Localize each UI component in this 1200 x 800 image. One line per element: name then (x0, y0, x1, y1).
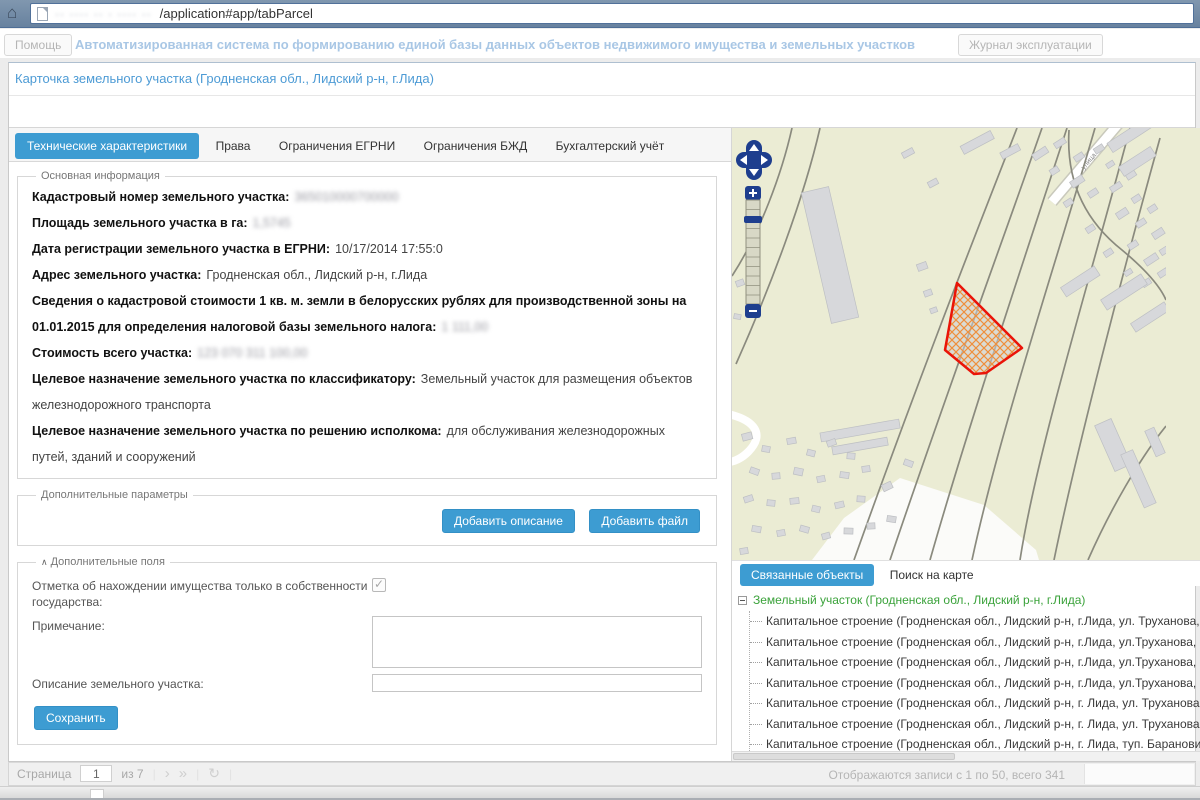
tech-form: Основная информация Кадастровый номер зе… (9, 162, 731, 745)
note-row: Примечание: (32, 616, 702, 668)
map-canvas: улица (732, 128, 1166, 560)
card-toolbar (9, 95, 1195, 128)
tab-accounting[interactable]: Бухгалтерский учёт (544, 133, 677, 159)
right-pane: улица (731, 128, 1200, 761)
browser-topbar: ⌂ ·· ···· ·· · ···· ·· /application#app/… (0, 0, 1200, 28)
pan-control-icon (736, 140, 772, 180)
note-textarea[interactable] (372, 616, 702, 668)
page-number-input[interactable] (80, 765, 112, 782)
pagination-bar: Страница из 7 | › » | ↻ | Отображаются з… (8, 762, 1196, 786)
field-cadastral-number: Кадастровый номер земельного участка:365… (32, 184, 702, 210)
url-bar[interactable]: ·· ···· ·· · ···· ·· /application#app/ta… (30, 3, 1194, 24)
tab-related-objects[interactable]: Связанные объекты (740, 564, 874, 586)
tab-restrictions-bzhd[interactable]: Ограничения БЖД (412, 133, 540, 159)
field-cadastral-value: Сведения о кадастровой стоимости 1 кв. м… (32, 288, 702, 340)
collapse-expander-icon[interactable] (738, 596, 747, 605)
url-path: /application#app/tabParcel (160, 6, 313, 21)
collapse-icon[interactable]: ∧ (41, 557, 48, 567)
field-purpose-executive: Целевое назначение земельного участка по… (32, 418, 702, 470)
tree-item[interactable]: Капитальное строение (Гродненская обл., … (750, 734, 1200, 751)
left-pane: Технические характеристики Права Огранич… (9, 128, 731, 761)
app-title: Автоматизированная система по формирован… (75, 37, 915, 52)
records-info: Отображаются записи с 1 по 50, всего 341 (828, 768, 1065, 782)
tree-item[interactable]: Капитальное строение (Гродненская обл., … (750, 652, 1200, 673)
description-input[interactable] (372, 674, 702, 692)
field-address: Адрес земельного участка:Гродненская обл… (32, 262, 702, 288)
add-file-button[interactable]: Добавить файл (589, 509, 700, 533)
help-button[interactable]: Помощь (4, 34, 72, 56)
tab-rights[interactable]: Права (204, 133, 263, 159)
area-value: 1,5745 (253, 216, 291, 230)
tab-map-search[interactable]: Поиск на карте (879, 564, 985, 586)
last-page-icon[interactable]: » (179, 765, 187, 782)
related-tabs: Связанные объекты Поиск на карте (732, 560, 1200, 586)
tab-restrictions-egrni[interactable]: Ограничения ЕГРНИ (267, 133, 407, 159)
additional-fields-fieldset: ∧Дополнительные поля Отметка об нахожден… (17, 556, 717, 745)
cadastral-number-value: 365010000700000 (294, 190, 398, 204)
state-property-checkbox[interactable] (372, 578, 386, 592)
note-label: Примечание: (32, 616, 372, 668)
main-info-fieldset: Основная информация Кадастровый номер зе… (17, 170, 717, 479)
zoom-in-icon (745, 186, 761, 200)
tab-tech-characteristics[interactable]: Технические характеристики (15, 133, 199, 159)
state-property-label: Отметка об нахождении имущества только в… (32, 576, 372, 610)
window-bottom-strip (0, 786, 1200, 800)
save-button[interactable]: Сохранить (34, 706, 118, 730)
additional-fields-legend: ∧Дополнительные поля (36, 556, 170, 568)
cadastral-value-value: 1 111,00 (441, 320, 488, 334)
description-row: Описание земельного участка: (32, 674, 702, 692)
map-view[interactable]: улица (732, 128, 1200, 560)
tree-item[interactable]: Капитальное строение (Гродненская обл., … (750, 714, 1200, 735)
app-header: Помощь Автоматизированная система по фор… (0, 29, 1200, 58)
next-page-icon[interactable]: › (165, 765, 170, 782)
registration-date-value: 10/17/2014 17:55:0 (335, 242, 443, 256)
tree-item[interactable]: Капитальное строение (Гродненская обл., … (750, 632, 1200, 653)
home-icon[interactable]: ⌂ (7, 4, 17, 22)
url-host-redacted: ·· ···· ·· · ···· ·· (55, 7, 152, 21)
tree-horizontal-scrollbar[interactable] (732, 751, 1200, 761)
tree-root-item[interactable]: Земельный участок (Гродненская обл., Лид… (738, 590, 1200, 611)
add-description-button[interactable]: Добавить описание (442, 509, 575, 533)
journal-button[interactable]: Журнал эксплуатации (958, 34, 1103, 56)
total-value-value: 123 070 311 100,00 (197, 346, 307, 360)
map-controls[interactable] (736, 140, 772, 332)
page-label: Страница (17, 767, 71, 781)
zoom-slider (744, 200, 762, 304)
page-icon (37, 7, 48, 21)
state-property-row: Отметка об нахождении имущества только в… (32, 576, 702, 610)
card-tabs: Технические характеристики Права Огранич… (9, 128, 731, 162)
field-area: Площадь земельного участка в га:1,5745 (32, 210, 702, 236)
zoom-out-icon (745, 304, 761, 318)
address-value: Гродненская обл., Лидский р-н, г.Лида (206, 268, 427, 282)
zoom-slider-handle (744, 216, 762, 223)
related-objects-tree: Земельный участок (Гродненская обл., Лид… (732, 586, 1200, 751)
tree-item[interactable]: Капитальное строение (Гродненская обл., … (750, 673, 1200, 694)
field-purpose-classifier: Целевое назначение земельного участка по… (32, 366, 702, 418)
main-info-legend: Основная информация (36, 170, 165, 182)
additional-params-fieldset: Дополнительные параметры Добавить описан… (17, 489, 717, 546)
additional-params-legend: Дополнительные параметры (36, 489, 193, 501)
field-total-value: Стоимость всего участка:123 070 311 100,… (32, 340, 702, 366)
page-of-label: из 7 (121, 767, 143, 781)
pager-right-spacer (1084, 764, 1194, 784)
tree-item[interactable]: Капитальное строение (Гродненская обл., … (750, 611, 1200, 632)
refresh-icon[interactable]: ↻ (208, 765, 220, 782)
field-registration-date: Дата регистрации земельного участка в ЕГ… (32, 236, 702, 262)
page-title: Карточка земельного участка (Гродненская… (9, 63, 1195, 95)
parcel-card-panel: Карточка земельного участка (Гродненская… (8, 62, 1196, 762)
tree-item[interactable]: Капитальное строение (Гродненская обл., … (750, 693, 1200, 714)
scrollbar-thumb[interactable] (733, 753, 955, 760)
description-label: Описание земельного участка: (32, 674, 372, 692)
